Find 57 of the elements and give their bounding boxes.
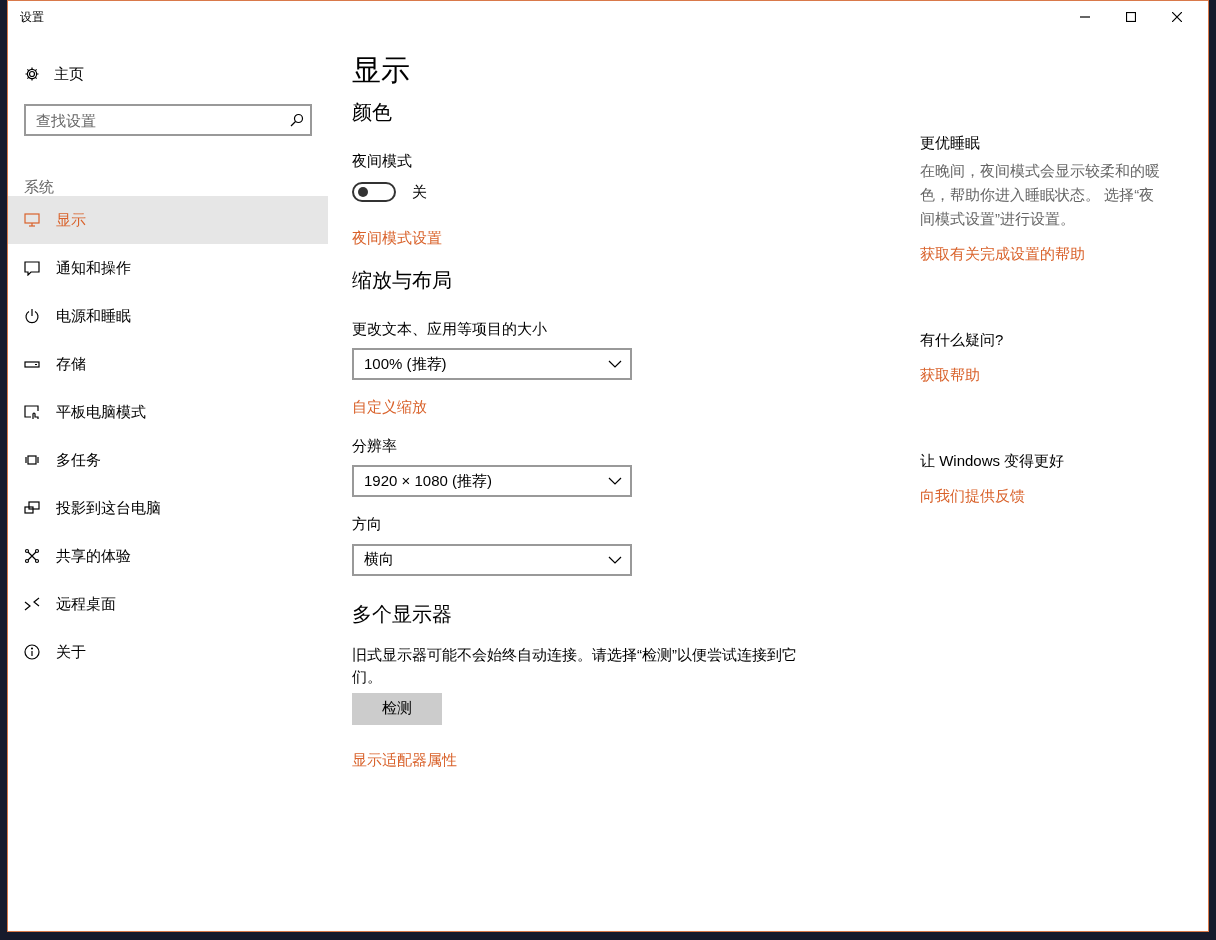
sidebar-item[interactable]: 多任务	[8, 436, 328, 484]
setting-label: 更改文本、应用等项目的大小	[352, 318, 548, 339]
home-link[interactable]: 主页	[8, 64, 100, 84]
chevron-down-icon	[608, 360, 622, 368]
sidebar-item[interactable]: 通知和操作	[8, 244, 328, 292]
info-icon	[24, 644, 40, 660]
tablet-icon	[24, 404, 40, 420]
night-light-settings-link[interactable]: 夜间模式设置	[352, 227, 442, 250]
sidebar-item[interactable]: 远程桌面	[8, 580, 328, 628]
section-heading: 颜色	[352, 100, 393, 125]
section-label: 系统	[23, 177, 55, 196]
custom-scaling-link[interactable]: 自定义缩放	[352, 396, 427, 419]
setting-label: 方向	[352, 514, 383, 534]
settings-icon	[24, 66, 40, 82]
dropdown-value: 1920 × 1080 (推荐)	[364, 470, 492, 491]
window-title: 设置	[19, 8, 45, 26]
multitask-icon	[24, 452, 40, 468]
monitor-icon	[24, 212, 40, 228]
sidebar-item[interactable]: 存储	[8, 340, 328, 388]
dropdown[interactable]: 1920 × 1080 (推荐)	[352, 465, 632, 497]
setting-label: 夜间模式	[352, 151, 413, 171]
close-icon	[1172, 11, 1182, 22]
adapter-properties-link[interactable]: 显示适配器属性	[352, 748, 457, 771]
dropdown[interactable]: 横向	[352, 543, 632, 576]
aside-heading: 让 Windows 变得更好	[920, 451, 1066, 471]
sidebar-item[interactable]: 投影到这台电脑	[8, 484, 328, 532]
help-link[interactable]: 获取有关完成设置的帮助	[920, 242, 1085, 265]
share-nodes-icon	[24, 548, 40, 564]
maximize-icon	[1126, 11, 1136, 22]
projector-icon	[24, 500, 40, 516]
section-heading: 多个显示器	[352, 601, 453, 627]
power-icon	[24, 308, 40, 324]
sidebar-item[interactable]: 共享的体验	[8, 532, 328, 580]
remote-icon	[24, 596, 40, 612]
dropdown[interactable]: 100% (推荐)	[352, 348, 632, 380]
aside-heading: 更优睡眠	[920, 133, 981, 153]
help-link[interactable]: 获取帮助	[920, 363, 980, 386]
page-title: 显示	[352, 53, 411, 88]
search-field[interactable]: 查找设置	[24, 104, 312, 136]
dropdown-value: 横向	[364, 549, 394, 570]
description-text: 旧式显示器可能不会始终自动连接。请选择“检测”以便尝试连接到它们。	[352, 644, 798, 687]
sidebar-item[interactable]: 关于	[8, 628, 328, 676]
detect-button[interactable]: 检测	[352, 692, 442, 725]
section-heading: 缩放与布局	[352, 267, 453, 293]
toggle-switch[interactable]	[352, 181, 396, 202]
toggle-state: 关	[412, 181, 427, 202]
setting-label: 分辨率	[352, 435, 398, 456]
sidebar-item[interactable]: 电源和睡眠	[8, 292, 328, 340]
search-icon	[290, 113, 304, 127]
speech-bubble-icon	[24, 260, 40, 276]
sidebar-item[interactable]: 平板电脑模式	[8, 388, 328, 436]
aside-heading: 有什么疑问?	[920, 330, 1005, 350]
help-link[interactable]: 向我们提供反馈	[920, 484, 1025, 507]
aside-text: 在晚间，夜间模式会显示较柔和的暖色，帮助你进入睡眠状态。 选择“夜间模式设置”进行设置。	[920, 160, 1161, 229]
dropdown-value: 100% (推荐)	[364, 353, 447, 374]
chevron-down-icon	[608, 477, 622, 485]
chevron-down-icon	[608, 555, 622, 564]
